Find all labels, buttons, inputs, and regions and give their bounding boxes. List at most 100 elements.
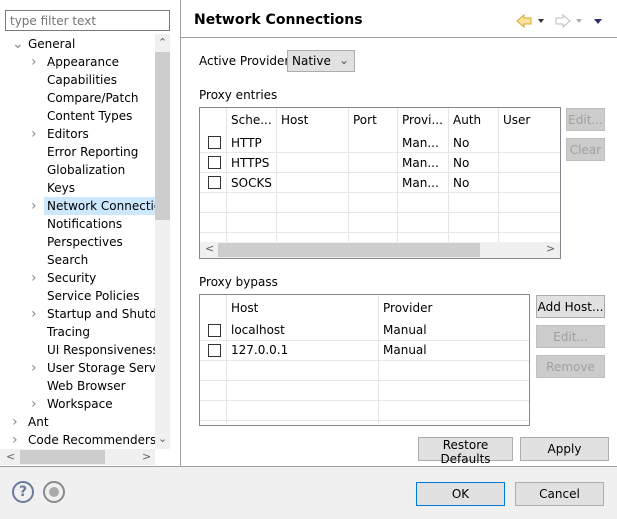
- scroll-left-icon[interactable]: <: [205, 242, 214, 255]
- tree-item[interactable]: Notifications: [44, 215, 155, 233]
- tree-item[interactable]: Editors: [44, 125, 155, 143]
- table-cell: HTTP: [231, 136, 262, 150]
- tree-item[interactable]: Content Types: [44, 107, 155, 125]
- tree-item[interactable]: Search: [44, 251, 155, 269]
- row-checkbox[interactable]: [208, 156, 221, 169]
- chevron-right-icon[interactable]: ›: [31, 127, 37, 141]
- scroll-right-icon[interactable]: >: [546, 242, 555, 255]
- bypass-edit-button[interactable]: Edit...: [536, 325, 605, 348]
- restore-defaults-button[interactable]: Restore Defaults: [418, 437, 513, 466]
- apply-button[interactable]: Apply: [520, 437, 609, 461]
- help-icon[interactable]: ?: [12, 481, 34, 503]
- table-cell: 127.0.0.1: [231, 343, 289, 357]
- cancel-button[interactable]: Cancel: [515, 482, 604, 506]
- tree-item[interactable]: Globalization: [44, 161, 155, 179]
- column-header[interactable]: Host: [226, 298, 378, 318]
- tree-item[interactable]: UI Responsiveness Monitoring: [44, 341, 155, 359]
- proxy-entries-table: Sche... Host Port Provi... Auth User HTTP Man..…: [199, 107, 561, 259]
- row-divider: [200, 380, 529, 381]
- table-cell: [348, 153, 397, 173]
- tree-item[interactable]: Code Recommenders: [25, 431, 155, 449]
- table-cell: Man...: [402, 136, 439, 150]
- table-cell: [348, 133, 397, 153]
- column-header[interactable]: Auth: [448, 110, 498, 130]
- tree-item[interactable]: Appearance: [44, 53, 155, 71]
- chevron-right-icon[interactable]: ›: [31, 55, 37, 69]
- active-provider-value: Native: [292, 54, 331, 68]
- tree-item[interactable]: Compare/Patch: [44, 89, 155, 107]
- row-divider: [200, 420, 529, 421]
- row-divider: [200, 400, 529, 401]
- column-header[interactable]: Port: [348, 110, 397, 130]
- scroll-down-icon[interactable]: ⌄: [158, 432, 167, 445]
- tree-item[interactable]: Security: [44, 269, 155, 287]
- tree-item[interactable]: Web Browser: [44, 377, 155, 395]
- chevron-right-icon[interactable]: ›: [31, 271, 37, 285]
- column-header[interactable]: Provi...: [397, 110, 448, 130]
- column-divider: [560, 108, 561, 242]
- table-cell: [498, 133, 560, 153]
- column-header[interactable]: Host: [276, 110, 348, 130]
- scroll-right-icon[interactable]: >: [142, 450, 151, 463]
- tree-item[interactable]: Keys: [44, 179, 155, 197]
- tree-item[interactable]: Workspace: [44, 395, 155, 413]
- proxy-bypass-label: Proxy bypass: [199, 275, 278, 289]
- table-cell: Manual: [383, 323, 427, 337]
- add-host-button[interactable]: Add Host...: [536, 295, 605, 318]
- table-cell: [348, 173, 397, 193]
- forward-icon[interactable]: [555, 13, 571, 29]
- row-checkbox[interactable]: [208, 136, 221, 149]
- scroll-up-icon[interactable]: ⌃: [158, 36, 167, 49]
- table-cell: [276, 153, 348, 173]
- tree-vertical-scroll-thumb[interactable]: [155, 52, 170, 220]
- tree-item[interactable]: Error Reporting: [44, 143, 155, 161]
- page-title: Network Connections: [194, 12, 363, 28]
- row-checkbox[interactable]: [208, 344, 221, 357]
- back-dropdown-icon[interactable]: [538, 19, 544, 23]
- filter-input[interactable]: [5, 10, 170, 31]
- column-header[interactable]: Sche...: [226, 110, 276, 130]
- proxy-clear-button[interactable]: Clear: [566, 138, 605, 161]
- column-header[interactable]: User: [498, 110, 560, 130]
- chevron-right-icon[interactable]: ›: [12, 433, 18, 447]
- table-scroll-thumb[interactable]: [218, 243, 480, 257]
- tree-item[interactable]: General: [25, 35, 155, 53]
- proxy-entries-label: Proxy entries: [199, 88, 278, 102]
- table-cell: Manual: [383, 343, 427, 357]
- proxy-edit-button[interactable]: Edit...: [566, 108, 605, 131]
- chevron-down-icon[interactable]: ⌄: [12, 37, 24, 51]
- history-toolbar: [516, 13, 602, 29]
- back-icon[interactable]: [516, 13, 532, 29]
- import-export-icon[interactable]: [43, 481, 65, 503]
- chevron-down-icon: ⌄: [338, 53, 349, 67]
- view-menu-icon[interactable]: [594, 19, 602, 24]
- scroll-left-icon[interactable]: <: [6, 450, 15, 463]
- pane-divider[interactable]: [180, 0, 181, 466]
- tree-item[interactable]: Startup and Shutdown: [44, 305, 155, 323]
- tree-item[interactable]: User Storage Service: [44, 359, 155, 377]
- chevron-right-icon[interactable]: ›: [31, 397, 37, 411]
- tree-item[interactable]: Perspectives: [44, 233, 155, 251]
- tree-item[interactable]: Capabilities: [44, 71, 155, 89]
- row-checkbox[interactable]: [208, 324, 221, 337]
- tree-item[interactable]: Tracing: [44, 323, 155, 341]
- table-cell: HTTPS: [231, 156, 270, 170]
- tree-horizontal-scroll-thumb[interactable]: [20, 450, 105, 464]
- tree-item[interactable]: Network Connections: [44, 197, 155, 215]
- forward-dropdown-icon[interactable]: [576, 19, 582, 23]
- bypass-remove-button[interactable]: Remove: [536, 355, 605, 378]
- tree-item[interactable]: Ant: [25, 413, 155, 431]
- tree-item[interactable]: Service Policies: [44, 287, 155, 305]
- ok-button[interactable]: OK: [416, 482, 505, 506]
- column-header[interactable]: Provider: [378, 298, 529, 318]
- active-provider-select[interactable]: Native ⌄: [287, 50, 355, 72]
- chevron-right-icon[interactable]: ›: [31, 361, 37, 375]
- table-cell: No: [453, 156, 470, 170]
- table-cell: localhost: [231, 323, 285, 337]
- chevron-right-icon[interactable]: ›: [12, 415, 18, 429]
- chevron-right-icon[interactable]: ›: [31, 199, 37, 213]
- chevron-right-icon[interactable]: ›: [31, 307, 37, 321]
- row-checkbox[interactable]: [208, 176, 221, 189]
- table-cell: [276, 173, 348, 193]
- table-cell: [498, 173, 560, 193]
